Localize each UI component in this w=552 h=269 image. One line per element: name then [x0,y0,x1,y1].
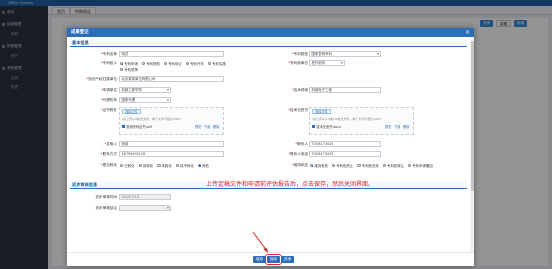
doc-delete-link[interactable]: 删除 [403,124,409,129]
phone-label: *联系方式 [100,152,117,156]
instruction-annotation: 上传定稿文件和申请前评估报告后，点击保存，然后关闭界面。 [206,181,375,188]
transfer-radio-group: 已转化 拟转化 未转化 拟不转化 其他 [120,163,209,168]
radio-icon [382,163,387,168]
radio-icon [310,163,314,168]
owner-option-5[interactable]: 专利实施 [207,61,226,66]
cert-preview-link[interactable]: 预览 [195,124,201,129]
agency-label: *代理机构 [100,98,117,102]
radio-icon [331,163,336,168]
name-label: *专利名称 [100,52,117,56]
cert-upload-button[interactable]: 选择文件 [122,109,141,114]
radio-icon [197,163,202,168]
status-option-3[interactable]: 专利权无效 [357,163,379,168]
radio-icon [138,163,142,168]
apply-org-select[interactable]: 机械工程学院 [119,87,171,93]
save-button[interactable]: 保存 [264,254,283,265]
modal-body: 基本信息 *专利名称 测试 *专利类型 国家发明专利 *专利权人 专利申请 专利… [67,37,470,252]
radio-icon [157,163,161,168]
type-label: *专利类型 [291,52,308,56]
apply-org-label: *申请单位 [100,88,117,92]
review-date-input: 2019/7/16 [119,194,171,200]
inventor-input[interactable]: 张某 [119,141,224,147]
unit-label: *知识产权归属单位 [86,77,117,81]
doc-file: 技术交底书.docx [312,124,341,129]
radio-icon [407,163,412,168]
radio-icon [141,61,146,66]
status-option-1[interactable]: 维持有效 [310,163,328,168]
unit-input[interactable]: 北京某某单位有限公司 [119,76,224,82]
radio-icon [175,163,180,168]
radio-icon [120,67,124,72]
modal-title: 成果登记 [67,28,474,37]
doc-label: *技术交底书 [288,108,308,112]
owner-option-4[interactable]: 专利许可 [185,61,204,66]
inventor-label: *发明人 [104,142,117,146]
review-result-select [119,205,171,211]
owner-option-6[interactable]: 专利质押 [120,67,138,72]
owner-label: *专利权人 [100,61,117,65]
check-icon [312,124,316,129]
doc-upload-button[interactable]: 选择文件 [312,109,331,114]
agency-select[interactable]: 国家代理 [119,97,171,103]
doc-upload-hint: (请上传word或pdf格式文件，单个文件不超过10M) [312,117,381,121]
transfer-label: *是否转化 [100,163,117,167]
section-basic-info: 基本信息 [70,39,467,47]
org-select[interactable]: 校外机构 [309,60,345,66]
radio-icon [120,61,124,66]
review-date-label: 初步审核时间 [95,195,117,199]
close-icon[interactable]: × [464,29,471,36]
doc-preview-link[interactable]: 预览 [385,124,391,129]
cert-label: *证书附件 [100,108,117,112]
close-button[interactable]: 关闭 [281,256,295,263]
contact-phone-input[interactable]: TG06173415 [309,151,381,157]
review-result-label: 初步审核结论 [95,206,117,210]
check-icon [122,124,126,129]
name-input[interactable]: 测试 [119,51,224,57]
transfer-option-2[interactable]: 拟转化 [138,163,153,168]
cert-file: 发明专利证书.pdf [122,124,152,129]
owner-option-2[interactable]: 专利授权 [141,61,160,66]
radio-icon [163,61,168,66]
owner-radio-extra: 专利质押 [120,67,138,72]
transfer-option-5[interactable]: 其他 [197,163,209,168]
contact-phone-label: *联系人电话 [288,152,308,156]
scrollbar-thumb[interactable] [470,41,474,191]
owner-option-3[interactable]: 专利转让 [163,61,182,66]
doc-download-link[interactable]: 下载 [394,124,400,129]
tech-input[interactable]: 机械电子工程 [309,87,381,93]
status-option-5[interactable]: 专利申请撤回 [407,163,433,168]
status-option-4[interactable]: 专利权转让 [382,163,404,168]
cert-download-link[interactable]: 下载 [204,124,210,129]
cert-delete-link[interactable]: 删除 [213,124,219,129]
radio-icon [120,163,124,168]
status-option-2[interactable]: 专利权终止 [331,163,353,168]
tech-label: *技术领域 [291,88,308,92]
contact-input[interactable]: TG06173415 [309,141,381,147]
type-select[interactable]: 国家发明专利 [309,51,381,57]
owner-radio-group: 专利申请 专利授权 专利转让 专利许可 专利实施 [120,61,226,66]
radio-icon [207,61,212,66]
phone-input[interactable]: 18799492128 [119,151,224,157]
radio-icon [357,163,361,168]
save-draft-button[interactable]: 保存 [253,256,267,263]
status-label: *维持状态 [291,163,308,167]
transfer-option-3[interactable]: 未转化 [157,163,172,168]
transfer-option-1[interactable]: 已转化 [120,163,135,168]
org-label: *专利权单位 [288,61,308,65]
radio-icon [185,61,190,66]
owner-option-1[interactable]: 专利申请 [120,61,138,66]
transfer-option-4[interactable]: 拟不转化 [175,163,194,168]
status-radio-group: 维持有效 专利权终止 专利权无效 专利权转让 专利申请撤回 [310,163,433,168]
arrow-icon [252,231,268,253]
cert-upload-hint: (请上传pdf格式文件，单个文件不超过10M) [122,117,181,121]
modal-scrollbar[interactable] [470,37,474,252]
contact-label: *联系人 [295,142,308,146]
